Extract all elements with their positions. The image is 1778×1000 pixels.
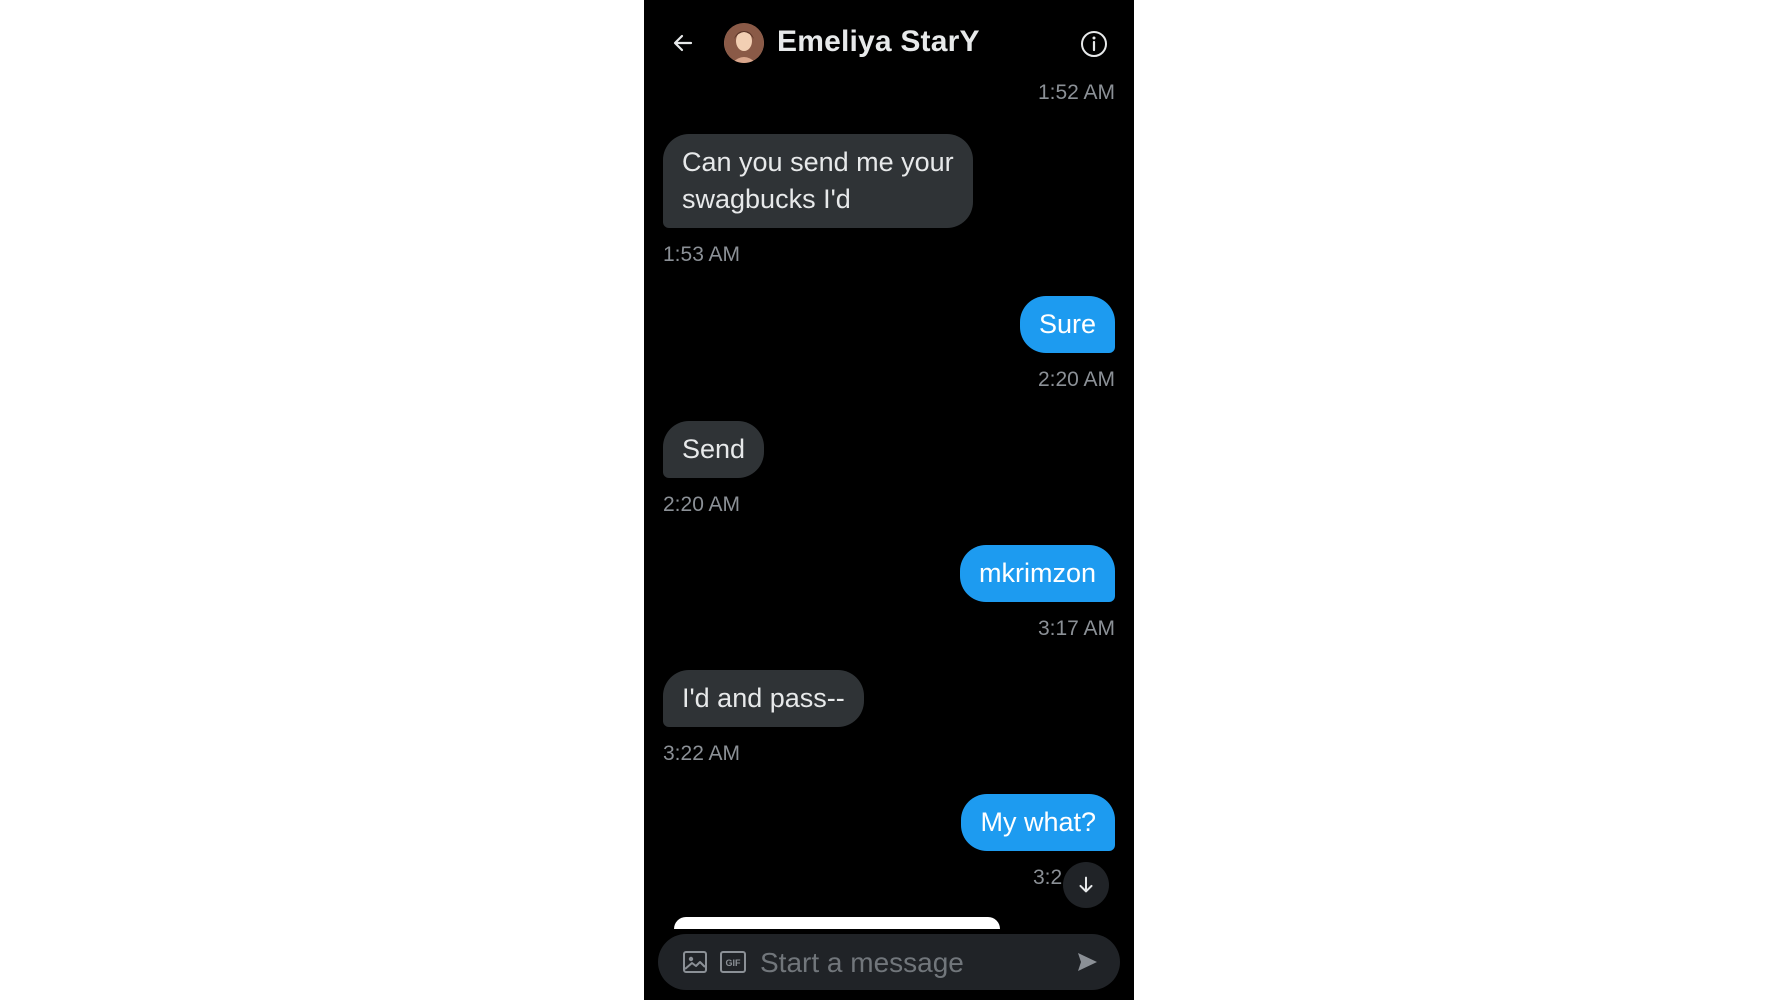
arrow-down-icon [1079,876,1093,893]
message-text: My what? [980,807,1096,837]
message-timestamp: 3:17 AM [1037,617,1115,640]
message-timestamp: 2:20 AM [1037,368,1115,391]
message-timestamp: 3:2 [1033,866,1063,889]
message-composer: GIF [658,934,1120,990]
send-button[interactable] [1072,947,1102,977]
scroll-to-bottom-button[interactable] [1063,862,1109,908]
add-image-button[interactable] [680,947,710,977]
message-text-line: swagbucks I'd [682,184,851,214]
keyboard-sheet-edge [674,917,1000,929]
conversation-header: Emeliya StarY [644,0,1134,86]
message-text: mkrimzon [978,558,1096,588]
outgoing-message-bubble[interactable]: Sure [1019,296,1115,353]
dm-conversation-screen: Emeliya StarY 1:52 AM Can you send me yo… [644,0,1134,1000]
contact-name[interactable]: Emeliya StarY [777,22,980,62]
message-text-line: Can you send me your [682,147,954,177]
message-timestamp: 1:52 AM [1037,81,1115,104]
incoming-message-bubble[interactable]: I'd and pass-- [663,670,864,727]
message-timestamp: 1:53 AM [663,243,741,266]
add-gif-button[interactable]: GIF [718,947,748,977]
gif-label: GIF [726,958,742,968]
avatar-image [724,23,764,63]
gif-icon: GIF [720,951,746,973]
info-button[interactable] [1078,28,1110,60]
message-text: Sure [1038,309,1096,339]
message-text: I'd and pass-- [682,683,845,713]
incoming-message-bubble[interactable]: Can you send me your swagbucks I'd [663,134,973,228]
back-button[interactable] [666,26,700,60]
arrow-left-icon [673,34,693,52]
send-icon [1078,953,1097,971]
message-text: Send [682,434,746,464]
message-input[interactable] [758,942,1062,984]
outgoing-message-bubble[interactable]: My what? [961,794,1115,851]
incoming-message-bubble[interactable]: Send [663,421,765,478]
message-timestamp: 3:22 AM [663,742,741,765]
message-timestamp: 2:20 AM [663,493,741,516]
info-circle-icon [1081,31,1107,57]
outgoing-message-bubble[interactable]: mkrimzon [959,545,1115,602]
image-icon [683,951,707,973]
avatar[interactable] [724,23,764,63]
